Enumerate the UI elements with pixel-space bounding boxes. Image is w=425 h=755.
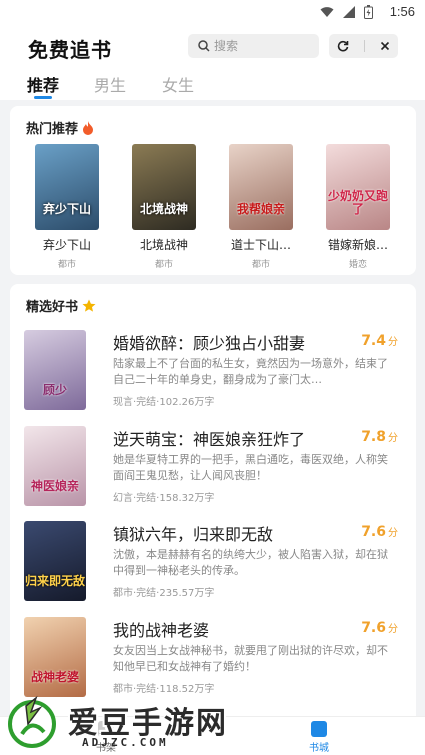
featured-book-item[interactable]: 战神老婆 我的战神老婆 7.6 分 女友因当上女战神秘书，就要甩了刚出狱的许尽欢，… — [24, 617, 398, 699]
book-description: 沈傲，本是赫赫有名的纨绔大少，被人陷害入狱，却在狱中得到一神秘老头的传承。 — [113, 548, 388, 577]
score-unit: 分 — [388, 624, 398, 635]
search-icon — [198, 40, 210, 52]
tab-female[interactable]: 女生 — [162, 72, 194, 96]
cover-title: 神医娘亲 — [30, 479, 79, 493]
wifi-icon — [320, 7, 334, 17]
tab-indicator — [34, 96, 52, 99]
watermark-logo-icon — [8, 695, 56, 748]
featured-title: 精选好书 — [26, 296, 96, 315]
book-score: 7.8 分 — [361, 429, 398, 445]
book-cover: 北境战神 — [132, 144, 196, 230]
featured-label: 精选好书 — [26, 300, 79, 315]
search-input[interactable] — [214, 39, 304, 53]
hot-recommend-label: 热门推荐 — [26, 122, 79, 137]
divider — [363, 40, 365, 52]
book-description: 陆家最上不了台面的私生女，竟然因为一场意外，结束了自己二十年的单身史，翻身成为了… — [113, 357, 388, 386]
book-description: 她是华夏特工界的一把手，黑白通吃，毒医双绝，人称笑面阎王鬼见愁，让人闻风丧胆！ — [113, 453, 388, 482]
score-value: 7.6 — [361, 524, 386, 540]
cover-title: 弃少下山 — [42, 201, 91, 216]
capsule-menu — [329, 34, 398, 58]
book-meta: 幻言·完结·158.32万字 — [113, 493, 215, 504]
book-score: 7.6 分 — [361, 524, 398, 540]
hot-recommend-title: 热门推荐 — [26, 118, 94, 137]
book-title: 我的战神老婆 — [113, 621, 210, 640]
hot-recommend-card: 热门推荐 弃少下山 弃少下山 都市 北境战神 北境战神 都市 我帮娘亲 道士下山… — [10, 106, 416, 275]
book-meta: 现言·完结·102.26万字 — [113, 397, 215, 408]
cover-title: 顾少 — [42, 383, 67, 397]
nav-bookstore[interactable]: 书城 — [309, 721, 329, 754]
bookstore-icon — [311, 721, 327, 737]
tab-male[interactable]: 男生 — [94, 72, 126, 96]
book-cover: 弃少下山 — [35, 144, 99, 230]
category-tabs: 推荐 男生 女生 — [0, 72, 425, 100]
score-value: 7.6 — [361, 620, 386, 636]
book-description: 女友因当上女战神秘书，就要甩了刚出狱的许尽欢，却不知他早已和女战神有了婚约！ — [113, 644, 388, 673]
book-score: 7.4 分 — [361, 333, 398, 349]
featured-book-item[interactable]: 顾少 婚婚欲醉：顾少独占小甜妻 7.4 分 陆家最上不了台面的私生女，竟然因为一场… — [24, 330, 398, 412]
score-unit: 分 — [388, 433, 398, 444]
hot-book-name: 错嫁新娘… — [327, 238, 388, 252]
status-bar: 1:56 — [0, 0, 425, 26]
search-box[interactable] — [188, 34, 319, 58]
book-cover: 顾少 — [24, 330, 86, 410]
score-unit: 分 — [388, 337, 398, 348]
header: 免费追书 推荐 男生 女生 — [0, 26, 425, 100]
hot-book-name: 北境战神 — [139, 238, 188, 252]
fire-icon — [83, 120, 94, 135]
hot-book-item[interactable]: 我帮娘亲 道士下山… 都市 — [228, 144, 294, 270]
cover-title: 少奶奶又跑了 — [327, 188, 388, 216]
hot-book-item[interactable]: 北境战神 北境战神 都市 — [131, 144, 197, 270]
book-meta: 都市·完结·235.57万字 — [113, 588, 215, 599]
status-icons — [320, 5, 373, 19]
book-cover: 神医娘亲 — [24, 426, 86, 506]
book-meta: 都市·完结·118.52万字 — [113, 684, 215, 695]
book-title: 逆天萌宝：神医娘亲狂炸了 — [113, 430, 306, 449]
hot-book-category: 都市 — [57, 260, 76, 270]
app-title: 免费追书 — [28, 38, 112, 62]
book-cover: 战神老婆 — [24, 617, 86, 697]
cover-title: 归来即无敌 — [24, 574, 85, 588]
hot-book-category: 都市 — [251, 260, 270, 270]
hot-book-item[interactable]: 少奶奶又跑了 错嫁新娘… 婚恋 — [325, 144, 391, 270]
status-time: 1:56 — [389, 4, 415, 19]
star-icon — [82, 299, 96, 312]
book-title: 婚婚欲醉：顾少独占小甜妻 — [113, 334, 306, 353]
watermark: 爱豆手游网 ADJZC.COM — [6, 694, 256, 752]
hot-book-item[interactable]: 弃少下山 弃少下山 都市 — [34, 144, 100, 270]
tab-recommend[interactable]: 推荐 — [27, 72, 59, 96]
book-cover: 少奶奶又跑了 — [326, 144, 390, 230]
book-title: 镇狱六年，归来即无敌 — [113, 525, 274, 544]
hot-book-name: 道士下山… — [230, 238, 291, 252]
hot-book-category: 婚恋 — [348, 260, 367, 270]
cover-title: 北境战神 — [139, 201, 188, 216]
battery-icon — [364, 5, 373, 19]
score-value: 7.4 — [361, 333, 386, 349]
hot-book-category: 都市 — [154, 260, 173, 270]
featured-book-item[interactable]: 神医娘亲 逆天萌宝：神医娘亲狂炸了 7.8 分 她是华夏特工界的一把手，黑白通吃，… — [24, 426, 398, 508]
book-cover: 归来即无敌 — [24, 521, 86, 601]
signal-icon — [343, 6, 355, 18]
close-icon[interactable] — [380, 41, 390, 51]
refresh-icon[interactable] — [337, 40, 349, 52]
cover-title: 我帮娘亲 — [236, 201, 285, 216]
nav-bookstore-label: 书城 — [309, 743, 329, 754]
featured-book-item[interactable]: 归来即无敌 镇狱六年，归来即无敌 7.6 分 沈傲，本是赫赫有名的纨绔大少，被人陷… — [24, 521, 398, 603]
score-value: 7.8 — [361, 429, 386, 445]
score-unit: 分 — [388, 528, 398, 539]
book-score: 7.6 分 — [361, 620, 398, 636]
cover-title: 战神老婆 — [30, 670, 79, 684]
watermark-subtext: ADJZC.COM — [82, 736, 169, 749]
book-cover: 我帮娘亲 — [229, 144, 293, 230]
hot-book-name: 弃少下山 — [42, 238, 91, 252]
